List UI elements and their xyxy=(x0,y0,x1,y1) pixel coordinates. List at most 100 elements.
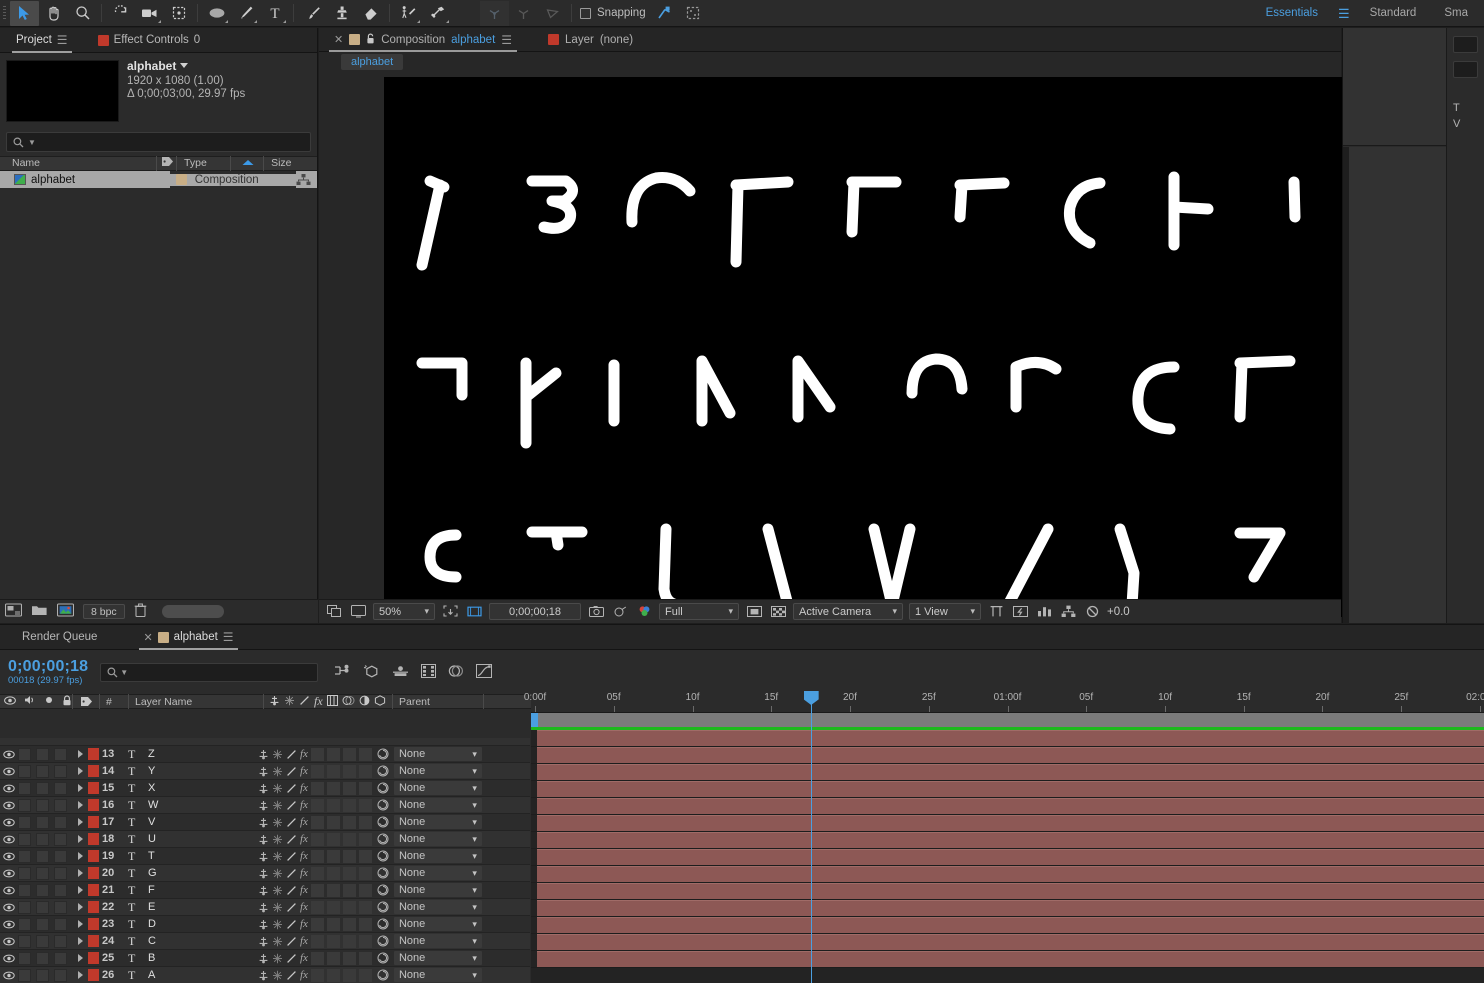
frame-blend-cell[interactable] xyxy=(310,900,324,914)
show-snapshot-icon[interactable] xyxy=(611,603,629,620)
layer-name[interactable]: A xyxy=(146,967,258,983)
layer-lock-toggle[interactable] xyxy=(54,934,67,948)
track-row[interactable] xyxy=(531,849,1484,866)
layer-duration-bar[interactable] xyxy=(537,747,1484,763)
chevron-down-icon[interactable]: ▾ xyxy=(472,851,477,862)
layer-visibility-toggle[interactable] xyxy=(0,814,18,831)
table-row[interactable]: 16 T W fx None ▾ xyxy=(0,797,530,814)
motion-blur-cell[interactable] xyxy=(326,968,340,982)
timeline-current-time[interactable]: 0;00;00;18 00018 (29.97 fps) xyxy=(8,658,88,686)
layer-expand-triangle-icon[interactable] xyxy=(77,835,83,843)
camera-tool[interactable] xyxy=(135,1,164,26)
three-d-cell[interactable] xyxy=(358,934,372,948)
layer-name[interactable]: T xyxy=(146,848,258,865)
eraser-tool[interactable] xyxy=(356,1,385,26)
layer-label-color[interactable] xyxy=(88,952,99,964)
layer-switches[interactable]: fx xyxy=(258,848,372,865)
workspace-menu-icon[interactable]: ☰ xyxy=(1332,0,1356,27)
bit-depth-button[interactable]: 8 bpc xyxy=(83,604,125,619)
audio-switch-icon[interactable] xyxy=(269,695,280,709)
layer-duration-bar[interactable] xyxy=(537,849,1484,865)
parent-select[interactable]: None ▾ xyxy=(393,883,482,897)
main-view-icon[interactable] xyxy=(325,603,343,620)
frame-blend-cell[interactable] xyxy=(310,781,324,795)
selection-tool[interactable] xyxy=(10,0,39,26)
table-row[interactable]: 14 T Y fx None ▾ xyxy=(0,763,530,780)
effects-switch-icon[interactable]: fx xyxy=(300,816,308,828)
layer-solo-toggle[interactable] xyxy=(36,900,49,914)
effects-switch-icon[interactable]: fx xyxy=(300,765,308,777)
motion-blur-cell[interactable] xyxy=(326,883,340,897)
layer-audio-toggle[interactable] xyxy=(18,832,31,846)
solo-icon[interactable] xyxy=(44,695,54,708)
region-preview-icon[interactable] xyxy=(745,603,763,620)
layer-lock-toggle[interactable] xyxy=(54,951,67,965)
playhead[interactable] xyxy=(803,691,819,983)
layer-expand-triangle-icon[interactable] xyxy=(77,767,83,775)
layer-expand-triangle-icon[interactable] xyxy=(77,903,83,911)
parent-select[interactable]: None ▾ xyxy=(393,832,482,846)
project-search-input[interactable]: ▼ xyxy=(6,132,311,152)
audio-icon[interactable] xyxy=(24,695,36,708)
motion-blur-cell[interactable] xyxy=(326,798,340,812)
exposure-value[interactable]: +0.0 xyxy=(1107,606,1130,618)
effects-switch-icon[interactable]: fx xyxy=(300,867,308,879)
adjustment-cell[interactable] xyxy=(342,951,356,965)
frame-blend-switch-icon[interactable] xyxy=(326,694,338,709)
track-row[interactable] xyxy=(531,730,1484,747)
layer-duration-bar[interactable] xyxy=(537,866,1484,882)
new-folder-icon[interactable] xyxy=(31,603,48,620)
layer-audio-toggle[interactable] xyxy=(18,849,31,863)
layer-label-color[interactable] xyxy=(88,867,99,879)
enable-motion-blur-icon[interactable] xyxy=(448,664,464,681)
table-row[interactable]: 17 T V fx None ▾ xyxy=(0,814,530,831)
parent-select[interactable]: None ▾ xyxy=(393,849,482,863)
brush-tool[interactable] xyxy=(298,1,327,26)
view-layout-select[interactable]: 1 View ▾ xyxy=(909,603,981,620)
adjustment-cell[interactable] xyxy=(342,849,356,863)
table-row[interactable]: 26 T A fx None ▾ xyxy=(0,967,530,983)
snapping-mode-icon[interactable] xyxy=(650,1,679,26)
layer-expand-triangle-icon[interactable] xyxy=(77,886,83,894)
three-d-cell[interactable] xyxy=(358,866,372,880)
draft-3d-icon[interactable] xyxy=(363,664,380,681)
table-row[interactable]: alphabet Composition xyxy=(0,171,317,188)
pixel-aspect-correction-icon[interactable] xyxy=(987,603,1005,620)
layer-duration-bar[interactable] xyxy=(537,883,1484,899)
layer-duration-bar[interactable] xyxy=(537,917,1484,933)
parent-select[interactable]: None ▾ xyxy=(393,747,482,761)
adjustment-cell[interactable] xyxy=(342,917,356,931)
chevron-down-icon[interactable]: ▾ xyxy=(970,606,975,617)
fast-previews-icon[interactable] xyxy=(1011,603,1029,620)
camera-select[interactable]: Active Camera ▾ xyxy=(793,603,903,620)
layer-label-color[interactable] xyxy=(88,850,99,862)
layer-lock-toggle[interactable] xyxy=(54,832,67,846)
frame-blend-cell[interactable] xyxy=(310,917,324,931)
layer-solo-toggle[interactable] xyxy=(36,798,49,812)
layer-audio-toggle[interactable] xyxy=(18,866,31,880)
layer-name[interactable]: X xyxy=(146,780,258,797)
layer-name[interactable]: Z xyxy=(146,746,258,763)
workspace-standard[interactable]: Standard xyxy=(1356,0,1431,27)
track-row[interactable] xyxy=(531,866,1484,883)
chevron-down-icon[interactable]: ▾ xyxy=(472,834,477,845)
frame-blend-cell[interactable] xyxy=(310,832,324,846)
adjustment-cell[interactable] xyxy=(342,781,356,795)
layer-audio-toggle[interactable] xyxy=(18,900,31,914)
video-visibility-icon[interactable] xyxy=(4,695,16,708)
parent-header[interactable]: Parent xyxy=(393,694,483,709)
layer-name[interactable]: B xyxy=(146,950,258,967)
adjustment-cell[interactable] xyxy=(342,866,356,880)
layer-switches[interactable]: fx xyxy=(258,831,372,848)
layer-solo-toggle[interactable] xyxy=(36,764,49,778)
layer-expand-triangle-icon[interactable] xyxy=(77,869,83,877)
sort-ascending-icon[interactable] xyxy=(229,156,263,171)
three-d-cell[interactable] xyxy=(358,900,372,914)
layer-switches[interactable]: fx xyxy=(258,899,372,916)
resolution-select[interactable]: Full ▾ xyxy=(659,603,739,620)
transparency-grid-icon[interactable] xyxy=(769,603,787,620)
layer-switches[interactable]: fx xyxy=(258,950,372,967)
layer-expand-triangle-icon[interactable] xyxy=(77,750,83,758)
chevron-down-icon[interactable]: ▾ xyxy=(472,800,477,811)
effects-switch-icon[interactable]: fx xyxy=(300,969,308,981)
